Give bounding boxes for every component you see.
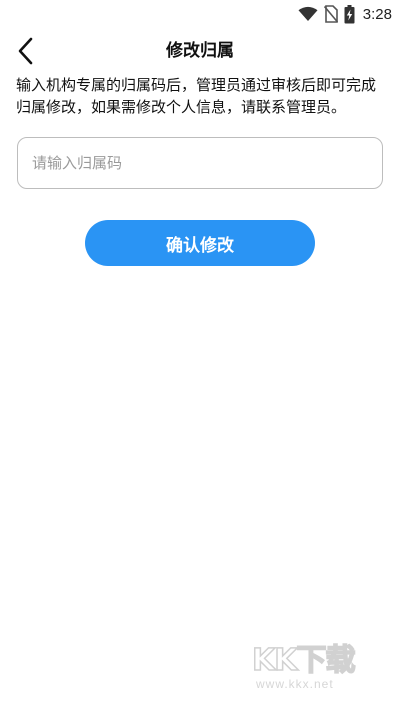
- header: 修改归属: [0, 28, 400, 74]
- confirm-button[interactable]: 确认修改: [85, 220, 315, 266]
- page-title: 修改归属: [166, 41, 234, 61]
- watermark-logo: KK下载: [251, 642, 356, 679]
- watermark-url: www.kkx.net: [256, 677, 334, 691]
- status-icons: 3:28: [298, 4, 392, 24]
- no-sim-icon: [323, 5, 338, 23]
- watermark: KK下载 www.kkx.net: [251, 635, 382, 699]
- status-bar: 3:28: [0, 0, 400, 28]
- description-text: 输入机构专属的归属码后，管理员通过审核后即可完成归属修改，如果需修改个人信息，请…: [16, 76, 377, 116]
- battery-charging-icon: [344, 4, 355, 23]
- back-button[interactable]: [8, 32, 44, 70]
- chevron-left-icon: [18, 37, 33, 65]
- affiliation-code-input[interactable]: [17, 137, 383, 189]
- wifi-icon: [298, 6, 318, 21]
- status-time: 3:28: [362, 5, 392, 23]
